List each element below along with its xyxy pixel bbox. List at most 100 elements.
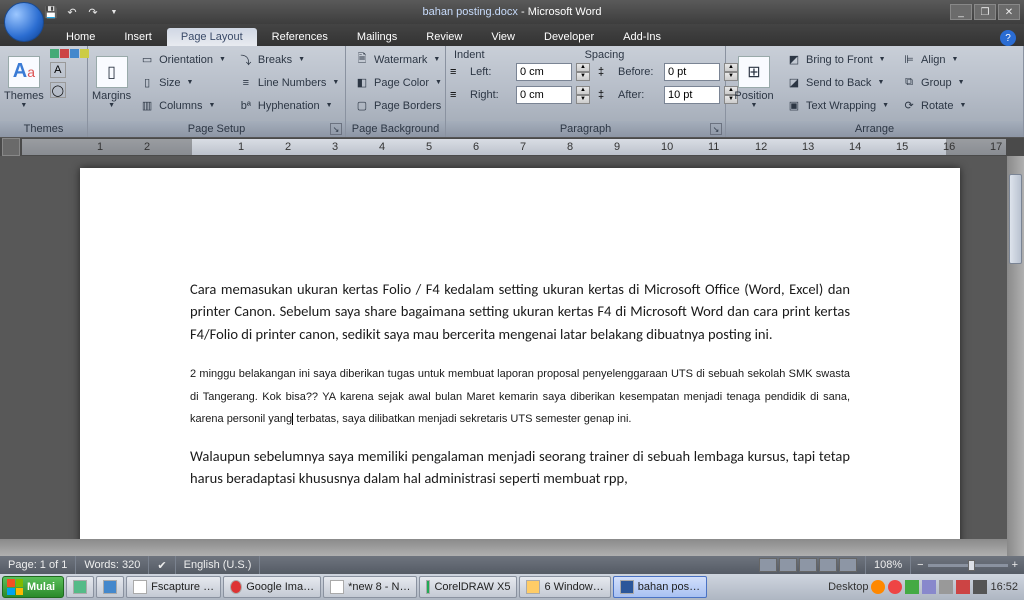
view-outline-button[interactable] <box>819 558 837 572</box>
document-page[interactable]: Cara memasukan ukuran kertas Folio / F4 … <box>80 168 960 556</box>
horizontal-scrollbar[interactable] <box>0 539 1007 556</box>
close-button[interactable]: ✕ <box>998 4 1020 20</box>
size-button[interactable]: ▯Size▼ <box>135 72 230 93</box>
restore-button[interactable]: ❐ <box>974 4 996 20</box>
help-icon[interactable]: ? <box>1000 30 1016 46</box>
scrollbar-thumb[interactable] <box>1009 174 1022 264</box>
taskbar-item-notepad[interactable]: *new 8 - N… <box>323 576 417 598</box>
view-web-layout-button[interactable] <box>799 558 817 572</box>
start-button[interactable]: Mulai <box>2 576 64 598</box>
theme-colors-button[interactable] <box>50 49 89 58</box>
text-wrapping-button[interactable]: ▣Text Wrapping▼ <box>782 95 893 116</box>
office-button[interactable] <box>4 2 44 42</box>
status-words[interactable]: Words: 320 <box>76 556 149 574</box>
group-label-arrange: Arrange <box>855 123 894 135</box>
page-color-button[interactable]: ◧Page Color▼ <box>350 72 446 93</box>
group-button[interactable]: ⧉Group▼ <box>897 72 970 93</box>
show-desktop-button[interactable]: Desktop <box>828 581 868 593</box>
watermark-button[interactable]: 🗎Watermark▼ <box>350 49 446 70</box>
zoom-out-button[interactable]: − <box>917 559 923 571</box>
themes-icon: Aa <box>8 56 40 88</box>
tab-insert[interactable]: Insert <box>110 28 166 46</box>
spacing-before-input[interactable] <box>664 63 720 81</box>
columns-icon: ▥ <box>139 98 155 114</box>
tab-references[interactable]: References <box>258 28 342 46</box>
tray-icon[interactable] <box>956 580 970 594</box>
columns-button[interactable]: ▥Columns▼ <box>135 95 230 116</box>
quick-launch-2[interactable] <box>96 576 124 598</box>
tab-developer[interactable]: Developer <box>530 28 608 46</box>
taskbar-item-word[interactable]: bahan pos… <box>613 576 707 598</box>
horizontal-ruler[interactable]: 12123456789101112131415161718 <box>22 139 1006 155</box>
tab-home[interactable]: Home <box>52 28 109 46</box>
minimize-button[interactable]: _ <box>950 4 972 20</box>
theme-effects-button[interactable]: ◯ <box>50 82 66 98</box>
bring-to-front-button[interactable]: ◩Bring to Front▼ <box>782 49 893 70</box>
tab-review[interactable]: Review <box>412 28 476 46</box>
redo-icon[interactable]: ↷ <box>84 3 102 21</box>
margins-icon: ▯ <box>96 56 128 88</box>
position-button[interactable]: ⊞ Position▼ <box>730 49 778 115</box>
tray-icon[interactable] <box>871 580 885 594</box>
zoom-level[interactable]: 108% <box>866 556 911 574</box>
save-icon[interactable]: 💾 <box>42 3 60 21</box>
tray-clock[interactable]: 16:52 <box>990 581 1018 593</box>
taskbar-item-opera[interactable]: Google Ima… <box>223 576 321 598</box>
position-icon: ⊞ <box>738 56 770 88</box>
tray-icon[interactable] <box>888 580 902 594</box>
zoom-slider[interactable] <box>928 564 1008 567</box>
page-setup-dialog-icon[interactable]: ↘ <box>330 123 342 135</box>
tab-view[interactable]: View <box>477 28 529 46</box>
tab-mailings[interactable]: Mailings <box>343 28 411 46</box>
view-draft-button[interactable] <box>839 558 857 572</box>
tray-icon[interactable] <box>973 580 987 594</box>
align-icon: ⊫ <box>901 52 917 68</box>
system-tray: Desktop 16:52 <box>824 580 1022 594</box>
spacing-after-input[interactable] <box>664 86 720 104</box>
view-full-screen-button[interactable] <box>779 558 797 572</box>
align-button[interactable]: ⊫Align▼ <box>897 49 970 70</box>
page-borders-button[interactable]: ▢Page Borders <box>350 95 446 116</box>
vertical-scrollbar[interactable] <box>1007 156 1024 556</box>
app-name: Microsoft Word <box>528 6 602 18</box>
tab-selector[interactable] <box>2 138 20 156</box>
orientation-icon: ▭ <box>139 52 155 68</box>
indent-right-input[interactable] <box>516 86 572 104</box>
breaks-button[interactable]: ⤵Breaks▼ <box>234 49 343 70</box>
view-print-layout-button[interactable] <box>759 558 777 572</box>
quick-launch-1[interactable] <box>66 576 94 598</box>
send-to-back-button[interactable]: ◪Send to Back▼ <box>782 72 893 93</box>
undo-icon[interactable]: ↶ <box>63 3 81 21</box>
taskbar-item-coreldraw[interactable]: CorelDRAW X5 <box>419 576 517 598</box>
qat-dropdown-icon[interactable]: ▼ <box>105 3 123 21</box>
tray-network-icon[interactable] <box>922 580 936 594</box>
theme-options: A ◯ <box>50 49 89 98</box>
status-proofing-icon[interactable]: ✔ <box>149 556 175 574</box>
indent-left-spinner[interactable]: ▲▼ <box>576 63 590 81</box>
tab-page-layout[interactable]: Page Layout <box>167 28 257 46</box>
line-numbers-icon: ≡ <box>238 75 254 91</box>
spacing-label: Spacing <box>585 49 625 61</box>
group-label-paragraph: Paragraph <box>560 123 611 135</box>
zoom-in-button[interactable]: + <box>1012 559 1018 571</box>
tab-addins[interactable]: Add-Ins <box>609 28 675 46</box>
themes-button[interactable]: Aa Themes ▼ <box>4 49 44 115</box>
indent-left-input[interactable] <box>516 63 572 81</box>
hyphenation-button[interactable]: bªHyphenation▼ <box>234 95 343 116</box>
rotate-button[interactable]: ⟳Rotate▼ <box>897 95 970 116</box>
indent-right-spinner[interactable]: ▲▼ <box>576 86 590 104</box>
tray-volume-icon[interactable] <box>939 580 953 594</box>
margins-button[interactable]: ▯ Margins▼ <box>92 49 131 115</box>
status-page[interactable]: Page: 1 of 1 <box>0 556 76 574</box>
status-language[interactable]: English (U.S.) <box>176 556 261 574</box>
taskbar-item-fscapture[interactable]: Fscapture … <box>126 576 221 598</box>
document-filename: bahan posting.docx <box>423 6 518 18</box>
line-numbers-button[interactable]: ≡Line Numbers▼ <box>234 72 343 93</box>
taskbar-item-explorer[interactable]: 6 Window… <box>519 576 610 598</box>
orientation-button[interactable]: ▭Orientation▼ <box>135 49 230 70</box>
indent-label: Indent <box>454 49 485 61</box>
theme-fonts-button[interactable]: A <box>50 62 66 78</box>
tray-icon[interactable] <box>905 580 919 594</box>
group-label-page-background: Page Background <box>352 123 439 135</box>
paragraph-dialog-icon[interactable]: ↘ <box>710 123 722 135</box>
